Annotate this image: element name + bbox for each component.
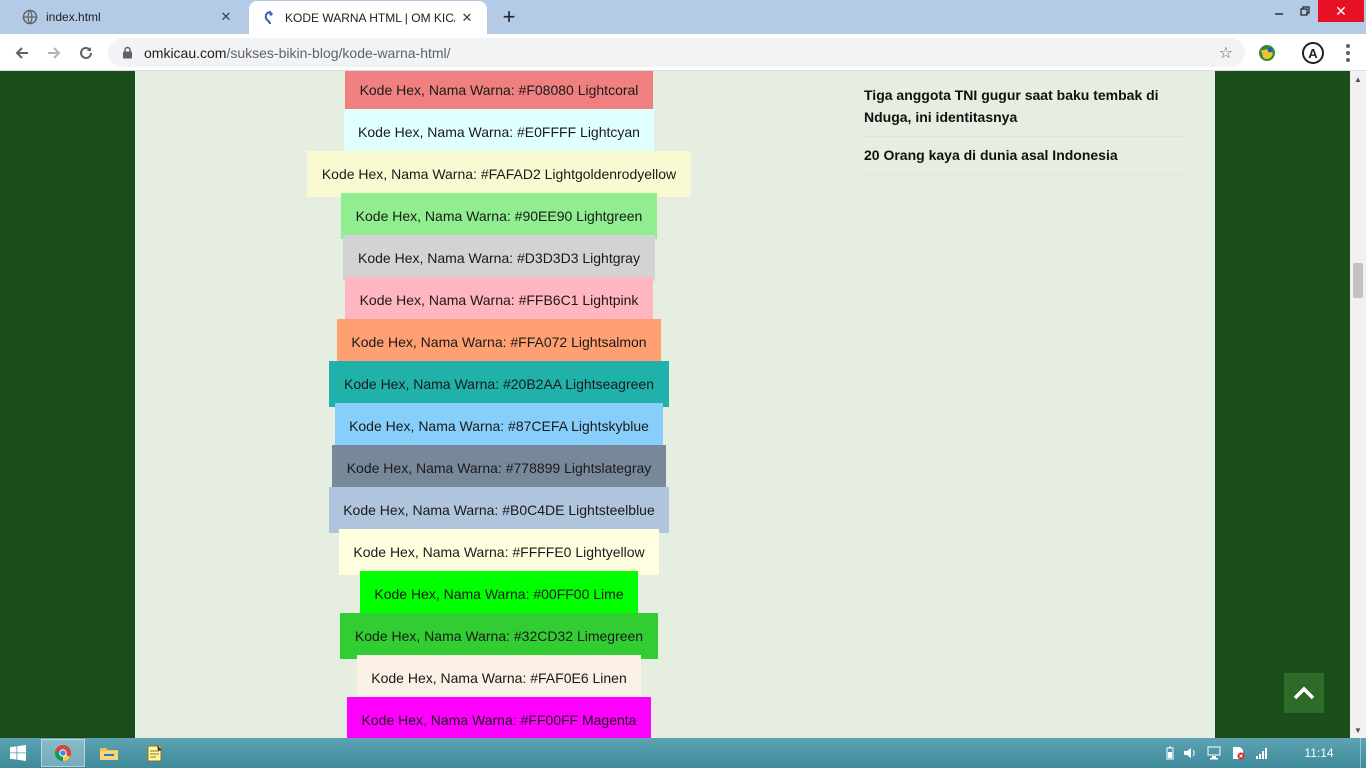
color-row: Kode Hex, Nama Warna: #90EE90 Lightgreen — [135, 193, 863, 239]
color-swatch-label: Kode Hex, Nama Warna: #20B2AA Lightseagr… — [329, 361, 669, 407]
tab-kode-warna[interactable]: KODE WARNA HTML | OM KICAU ✕ — [249, 1, 487, 34]
color-row: Kode Hex, Nama Warna: #F08080 Lightcoral — [135, 71, 863, 113]
extension-icon[interactable] — [1257, 43, 1277, 63]
action-center-icon[interactable] — [1230, 745, 1246, 761]
chrome-icon — [54, 745, 71, 762]
volume-icon[interactable] — [1182, 745, 1198, 761]
address-bar[interactable]: omkicau.com/sukses-bikin-blog/kode-warna… — [108, 38, 1245, 67]
color-swatch-label: Kode Hex, Nama Warna: #FFFFE0 Lightyello… — [339, 529, 659, 575]
scroll-down-arrow-icon[interactable]: ▼ — [1350, 722, 1366, 738]
color-swatch-label: Kode Hex, Nama Warna: #87CEFA Lightskybl… — [335, 403, 663, 449]
lock-icon[interactable] — [120, 46, 134, 60]
color-row: Kode Hex, Nama Warna: #FFB6C1 Lightpink — [135, 277, 863, 323]
show-desktop-button[interactable] — [1360, 738, 1366, 768]
color-swatch-label: Kode Hex, Nama Warna: #B0C4DE Lightsteel… — [329, 487, 669, 533]
color-row: Kode Hex, Nama Warna: #B0C4DE Lightsteel… — [135, 487, 863, 533]
scrollbar-thumb[interactable] — [1353, 263, 1363, 298]
color-row: Kode Hex, Nama Warna: #20B2AA Lightseagr… — [135, 361, 863, 407]
bookmark-star-icon[interactable]: ☆ — [1219, 43, 1233, 63]
color-row: Kode Hex, Nama Warna: #FF00FF Magenta — [135, 697, 863, 738]
battery-icon[interactable] — [1164, 745, 1176, 761]
taskbar: 11:14 — [0, 738, 1366, 768]
color-swatch-label: Kode Hex, Nama Warna: #FAF0E6 Linen — [357, 655, 641, 701]
browser-toolbar: omkicau.com/sukses-bikin-blog/kode-warna… — [0, 34, 1366, 71]
color-swatch-label: Kode Hex, Nama Warna: #32CD32 Limegreen — [340, 613, 658, 659]
page-viewport: Kode Hex, Nama Warna: #F08080 Lightcoral… — [0, 71, 1350, 738]
color-row: Kode Hex, Nama Warna: #778899 Lightslate… — [135, 445, 863, 491]
taskbar-clock[interactable]: 11:14 — [1296, 738, 1342, 768]
color-row: Kode Hex, Nama Warna: #FFFFE0 Lightyello… — [135, 529, 863, 575]
tab-title: index.html — [46, 10, 101, 24]
color-row: Kode Hex, Nama Warna: #FAFAD2 Lightgolde… — [135, 151, 863, 197]
tab-strip: index.html ✕ KODE WARNA HTML | OM KICAU … — [0, 0, 1366, 34]
color-swatch-label: Kode Hex, Nama Warna: #FFB6C1 Lightpink — [345, 277, 653, 323]
file-explorer-icon — [100, 748, 118, 760]
color-swatch-label: Kode Hex, Nama Warna: #D3D3D3 Lightgray — [343, 235, 655, 281]
taskbar-chrome-button[interactable] — [41, 739, 85, 767]
color-swatch-label: Kode Hex, Nama Warna: #F08080 Lightcoral — [345, 71, 653, 113]
windows-start-icon[interactable] — [10, 745, 26, 761]
color-swatch-label: Kode Hex, Nama Warna: #FF00FF Magenta — [347, 697, 651, 738]
notes-icon — [147, 745, 162, 762]
color-swatch-label: Kode Hex, Nama Warna: #00FF00 Lime — [360, 571, 638, 617]
scroll-up-arrow-icon[interactable]: ▲ — [1350, 71, 1366, 87]
profile-avatar-icon[interactable]: A — [1302, 42, 1324, 64]
chevron-up-icon — [1293, 686, 1315, 700]
close-window-icon[interactable]: ✕ — [1318, 0, 1364, 22]
restore-icon[interactable] — [1290, 0, 1320, 22]
color-swatch-label: Kode Hex, Nama Warna: #FAFAD2 Lightgolde… — [307, 151, 691, 197]
url-path: /sukses-bikin-blog/kode-warna-html/ — [226, 44, 451, 61]
signal-bars-icon[interactable] — [1254, 745, 1270, 761]
forward-arrow-icon[interactable] — [41, 40, 67, 66]
color-row: Kode Hex, Nama Warna: #D3D3D3 Lightgray — [135, 235, 863, 281]
tab-title: KODE WARNA HTML | OM KICAU — [285, 10, 455, 25]
color-swatch-label: Kode Hex, Nama Warna: #778899 Lightslate… — [332, 445, 666, 491]
close-icon[interactable]: ✕ — [214, 5, 238, 29]
tab-index-html[interactable]: index.html ✕ — [8, 0, 246, 34]
page-content: Kode Hex, Nama Warna: #F08080 Lightcoral… — [135, 71, 1215, 738]
new-tab-button[interactable]: + — [496, 4, 522, 30]
color-row: Kode Hex, Nama Warna: #FFA072 Lightsalmo… — [135, 319, 863, 365]
reload-icon[interactable] — [73, 40, 99, 66]
color-row: Kode Hex, Nama Warna: #87CEFA Lightskybl… — [135, 403, 863, 449]
taskbar-notes-button[interactable] — [133, 739, 177, 767]
color-swatch-label: Kode Hex, Nama Warna: #E0FFFF Lightcyan — [344, 109, 654, 155]
site-favicon-icon — [261, 10, 277, 26]
sidebar-recent-posts: Tiga anggota TNI gugur saat baku tembak … — [864, 81, 1184, 179]
color-list: Kode Hex, Nama Warna: #F08080 Lightcoral… — [135, 71, 863, 738]
taskbar-file-explorer-button[interactable] — [87, 739, 131, 767]
close-icon[interactable]: ✕ — [455, 6, 479, 30]
color-swatch-label: Kode Hex, Nama Warna: #90EE90 Lightgreen — [341, 193, 657, 239]
color-row: Kode Hex, Nama Warna: #32CD32 Limegreen — [135, 613, 863, 659]
sidebar-post-link[interactable]: 20 Orang kaya di dunia asal Indonesia — [864, 141, 1184, 175]
url-host: omkicau.com — [144, 44, 227, 61]
menu-dots-icon[interactable] — [1340, 42, 1356, 64]
sidebar-post-link[interactable]: Tiga anggota TNI gugur saat baku tembak … — [864, 81, 1184, 137]
back-arrow-icon[interactable] — [9, 40, 35, 66]
page-scrollbar[interactable]: ▲ ▼ — [1350, 71, 1366, 738]
globe-icon — [22, 9, 38, 25]
color-row: Kode Hex, Nama Warna: #00FF00 Lime — [135, 571, 863, 617]
scroll-to-top-button[interactable] — [1284, 673, 1324, 713]
color-swatch-label: Kode Hex, Nama Warna: #FFA072 Lightsalmo… — [337, 319, 661, 365]
network-icon[interactable] — [1206, 745, 1222, 761]
color-row: Kode Hex, Nama Warna: #E0FFFF Lightcyan — [135, 109, 863, 155]
color-row: Kode Hex, Nama Warna: #FAF0E6 Linen — [135, 655, 863, 701]
